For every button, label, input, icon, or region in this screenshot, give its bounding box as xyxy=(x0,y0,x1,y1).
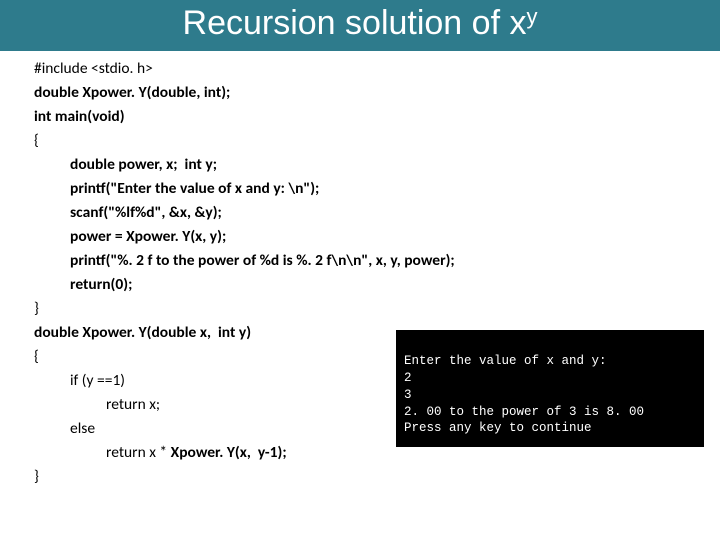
console-output: Enter the value of x and y: 2 3 2. 00 to… xyxy=(396,330,704,447)
code-line: printf("Enter the value of x and y: \n")… xyxy=(34,177,702,201)
code-line: } xyxy=(34,465,702,489)
console-line: 2 xyxy=(404,371,412,385)
code-line: return(0); xyxy=(34,273,702,297)
code-line: { xyxy=(34,129,702,153)
code-line: power = Xpower. Y(x, y); xyxy=(34,225,702,249)
console-line: Enter the value of x and y: xyxy=(404,354,607,368)
code-line: } xyxy=(34,297,702,321)
code-line: double power, x; int y; xyxy=(34,153,702,177)
code-line: int main(void) xyxy=(34,105,702,129)
console-line: 2. 00 to the power of 3 is 8. 00 xyxy=(404,405,644,419)
code-line: printf("%. 2 f to the power of %d is %. … xyxy=(34,249,702,273)
slide-title: Recursion solution of xy xyxy=(0,0,720,51)
code-line: double Xpower. Y(double, int); xyxy=(34,81,702,105)
code-line: scanf("%lf%d", &x, &y); xyxy=(34,201,702,225)
console-line: Press any key to continue xyxy=(404,421,592,435)
console-line: 3 xyxy=(404,388,412,402)
code-line: #include <stdio. h> xyxy=(34,57,702,81)
title-text: Recursion solution of x xyxy=(183,4,527,42)
title-superscript: y xyxy=(526,4,537,29)
